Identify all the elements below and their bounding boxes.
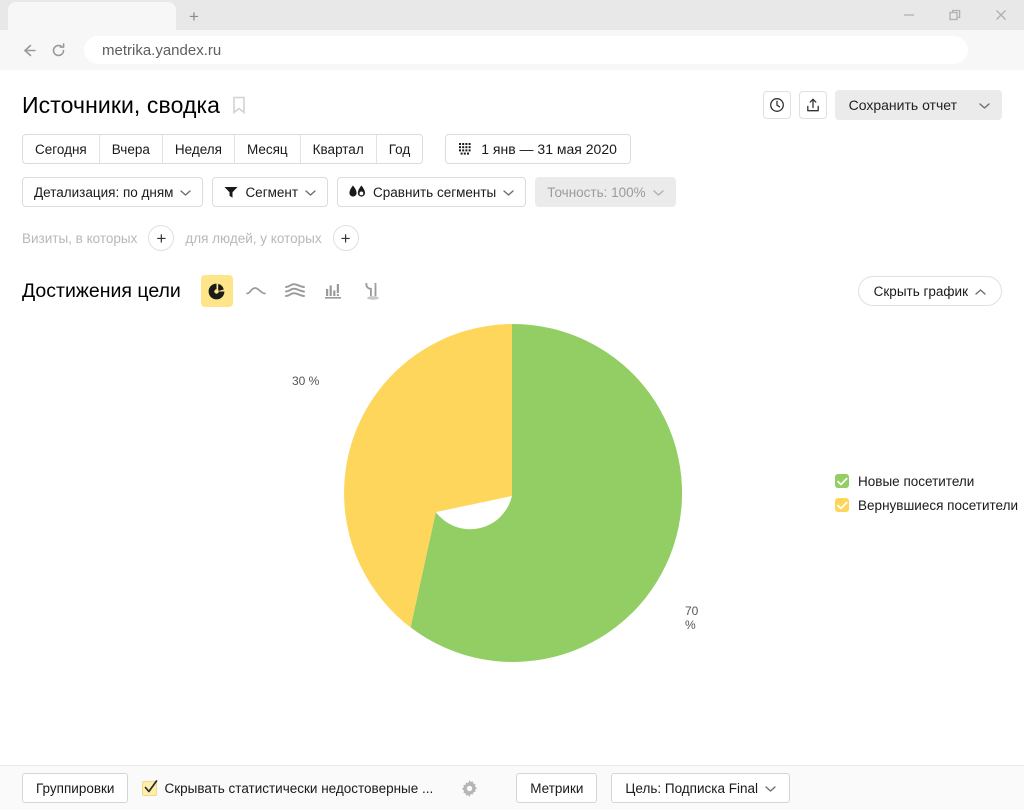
period-toolbar: Сегодня Вчера Неделя Месяц Квартал Год 1…: [0, 122, 1024, 164]
legend-label-new-visitors: Новые посетители: [858, 473, 975, 489]
accuracy-dropdown[interactable]: Точность: 100%: [535, 177, 676, 207]
save-report-button[interactable]: Сохранить отчет: [834, 90, 1002, 120]
bookmark-icon[interactable]: [232, 96, 246, 114]
browser-toolbar: metrika.yandex.ru: [0, 30, 1024, 70]
chart-type-switcher: [200, 275, 389, 307]
goal-label: Цель: Подписка Final: [625, 780, 758, 796]
goal-dropdown[interactable]: Цель: Подписка Final: [611, 773, 790, 803]
legend-item-returning-visitors[interactable]: Вернувшиеся посетители: [835, 493, 1018, 517]
filter-builder: Визиты, в которых + для людей, у которых…: [0, 207, 1024, 251]
chevron-down-icon: [765, 781, 776, 796]
hide-chart-label: Скрыть график: [873, 283, 968, 299]
date-range-picker[interactable]: 1 янв — 31 мая 2020: [445, 134, 631, 164]
legend-checkbox-new-visitors[interactable]: [835, 474, 850, 488]
chevron-down-icon: [503, 185, 514, 200]
period-tab-quarter[interactable]: Квартал: [301, 135, 377, 163]
compare-drops-icon: [349, 185, 366, 197]
chevron-down-icon: [652, 185, 664, 200]
options-toolbar: Детализация: по дням Сегмент Сравнить се…: [0, 164, 1024, 207]
groupings-label: Группировки: [36, 780, 115, 796]
compare-segments-dropdown[interactable]: Сравнить сегменты: [337, 177, 527, 207]
area-chart-icon[interactable]: [279, 275, 311, 307]
header-actions: Сохранить отчет: [762, 90, 1002, 120]
accuracy-label: Точность: 100%: [547, 184, 646, 200]
donut-chart[interactable]: 30 % 70 %: [292, 321, 698, 686]
period-tab-group: Сегодня Вчера Неделя Месяц Квартал Год: [22, 134, 424, 164]
detail-level-dropdown[interactable]: Детализация: по дням: [22, 177, 204, 207]
period-tab-month[interactable]: Месяц: [235, 135, 301, 163]
period-tab-today[interactable]: Сегодня: [23, 135, 100, 163]
save-report-label: Сохранить отчет: [848, 97, 957, 113]
hide-unreliable-checkbox[interactable]: [142, 779, 158, 796]
address-bar[interactable]: metrika.yandex.ru: [84, 36, 968, 64]
minimize-button[interactable]: [886, 0, 932, 30]
calendar-icon: [459, 142, 471, 155]
new-tab-button[interactable]: +: [176, 2, 212, 30]
visits-filter-label: Визиты, в которых: [22, 230, 138, 246]
chart-title: Достижения цели: [22, 279, 181, 302]
reload-icon[interactable]: [44, 36, 72, 64]
chevron-down-icon: [305, 185, 316, 200]
hide-unreliable-label: Скрывать статистически недостоверные ...: [164, 780, 434, 796]
window-controls: [886, 0, 1024, 30]
period-tab-year[interactable]: Год: [377, 135, 422, 163]
page-content: Источники, сводка Сохранить отчет Сегодн…: [0, 70, 1024, 810]
people-filter-label: для людей, у которых: [185, 230, 322, 246]
page-header: Источники, сводка Сохранить отчет: [0, 70, 1024, 122]
maximize-button[interactable]: [932, 0, 978, 30]
donut-label-new: 70 %: [685, 604, 699, 632]
add-people-condition-button[interactable]: +: [332, 225, 359, 251]
map-chart-icon[interactable]: [357, 275, 389, 307]
line-chart-icon[interactable]: [240, 275, 272, 307]
gear-icon[interactable]: [461, 779, 478, 797]
chevron-down-icon: [979, 97, 990, 113]
metrics-button[interactable]: Метрики: [516, 773, 598, 803]
legend-label-returning-visitors: Вернувшиеся посетители: [858, 497, 1018, 513]
funnel-icon: [224, 186, 238, 198]
add-visit-condition-button[interactable]: +: [148, 225, 175, 251]
date-range-value: 1 янв — 31 мая 2020: [481, 141, 617, 157]
bottom-toolbar: Группировки Скрывать статистически недос…: [0, 765, 1024, 810]
chart-header: Достижения цели Скрыть график: [0, 251, 1024, 307]
legend-checkbox-returning-visitors[interactable]: [835, 498, 850, 512]
tab-strip: +: [0, 0, 1024, 30]
chart-legend: Новые посетители Вернувшиеся посетители: [835, 469, 1018, 517]
share-upload-icon[interactable]: [798, 91, 827, 119]
url-text: metrika.yandex.ru: [102, 41, 222, 59]
chevron-up-icon: [975, 284, 986, 299]
hide-chart-button[interactable]: Скрыть график: [857, 276, 1002, 306]
back-arrow-icon[interactable]: [14, 36, 42, 64]
chevron-down-icon: [180, 185, 192, 200]
clock-icon[interactable]: [762, 91, 791, 119]
browser-tab-active[interactable]: [8, 2, 176, 30]
pie-chart-icon[interactable]: [200, 275, 233, 307]
period-tab-yesterday[interactable]: Вчера: [100, 135, 163, 163]
page-title: Источники, сводка: [22, 91, 221, 118]
compare-segments-label: Сравнить сегменты: [373, 184, 497, 200]
groupings-button[interactable]: Группировки: [22, 773, 129, 803]
hide-unreliable-checkbox-row[interactable]: Скрывать статистически недостоверные ...: [142, 779, 434, 796]
legend-item-new-visitors[interactable]: Новые посетители: [835, 469, 1018, 493]
detail-level-label: Детализация: по дням: [34, 184, 174, 200]
period-tab-week[interactable]: Неделя: [163, 135, 235, 163]
chart-canvas: 30 % 70 % Новые посетители Вернувшиеся п…: [0, 321, 1024, 721]
metrics-label: Метрики: [530, 780, 584, 796]
segment-label: Сегмент: [245, 184, 299, 200]
close-button[interactable]: [978, 0, 1024, 30]
bar-chart-icon[interactable]: [318, 275, 350, 307]
segment-dropdown[interactable]: Сегмент: [212, 177, 329, 207]
donut-label-returning: 30 %: [292, 374, 320, 388]
browser-window: + metrika.yandex.ru Источники, сводка Со…: [0, 0, 1024, 810]
